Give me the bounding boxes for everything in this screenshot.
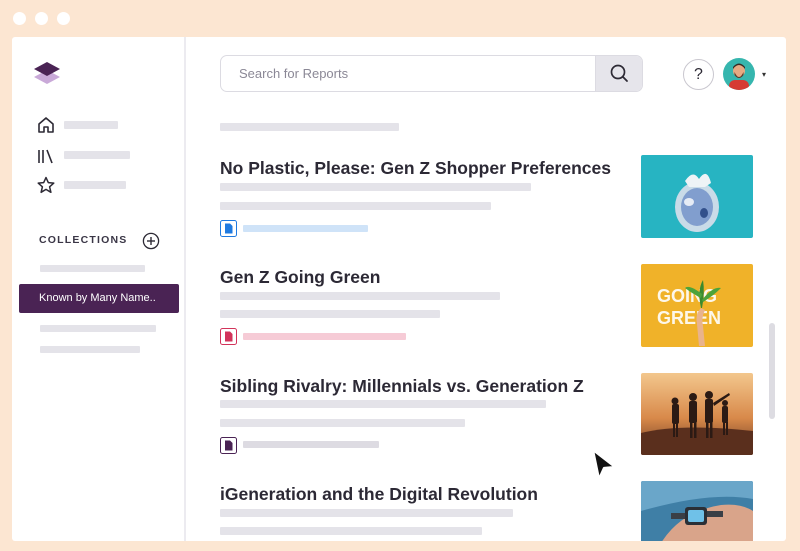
svg-text:GREEN: GREEN [657,308,721,328]
results-count-placeholder [220,123,399,131]
report-tag-bar [243,441,379,448]
report-description-line [220,292,500,300]
report-tag-bar [243,225,368,232]
document-icon [220,328,237,345]
report-description-line [220,527,482,535]
arrow-cursor-icon [591,448,617,481]
search-input[interactable] [221,56,595,91]
nav-library-label-placeholder[interactable] [64,151,130,159]
nav-home-label-placeholder[interactable] [64,121,118,129]
help-button[interactable]: ? [683,59,714,90]
chevron-down-icon[interactable]: ▾ [762,70,766,79]
collection-item-placeholder[interactable] [40,346,140,353]
avatar[interactable] [723,58,755,90]
report-description-line [220,400,546,408]
report-tag-bar [243,333,406,340]
report-description-line [220,183,531,191]
sidebar: COLLECTIONS Known by Many Name.. [12,37,186,541]
home-icon[interactable] [37,116,55,134]
search-button[interactable] [595,56,642,91]
report-title[interactable]: iGeneration and the Digital Revolution [220,484,538,505]
app-window: COLLECTIONS Known by Many Name.. ? [12,37,786,541]
report-title[interactable]: Gen Z Going Green [220,267,380,288]
report-description-line [220,310,440,318]
layers-logo-icon[interactable] [32,59,62,87]
report-description-line [220,419,465,427]
report-thumbnail[interactable] [641,373,753,455]
collection-item-active[interactable]: Known by Many Name.. [19,284,179,313]
collections-heading: COLLECTIONS [39,234,128,246]
report-thumbnail[interactable] [641,481,753,541]
collection-item-placeholder[interactable] [40,265,145,272]
scrollbar-thumb[interactable] [769,323,775,419]
nav-favorites-label-placeholder[interactable] [64,181,126,189]
window-dot-3 [57,12,70,25]
search-icon [610,64,628,82]
report-thumbnail[interactable] [641,155,753,238]
plus-circle-icon[interactable] [142,232,160,250]
document-icon [220,437,237,454]
window-dot-1 [13,12,26,25]
window-dot-2 [35,12,48,25]
search-bar [220,55,643,92]
document-icon [220,220,237,237]
report-description-line [220,509,513,517]
report-title[interactable]: No Plastic, Please: Gen Z Shopper Prefer… [220,158,611,179]
report-thumbnail[interactable]: GOING GREEN [641,264,753,347]
library-icon[interactable] [37,147,55,165]
report-title[interactable]: Sibling Rivalry: Millennials vs. Generat… [220,376,584,397]
report-description-line [220,202,491,210]
collection-item-placeholder[interactable] [40,325,156,332]
star-icon[interactable] [37,176,55,194]
